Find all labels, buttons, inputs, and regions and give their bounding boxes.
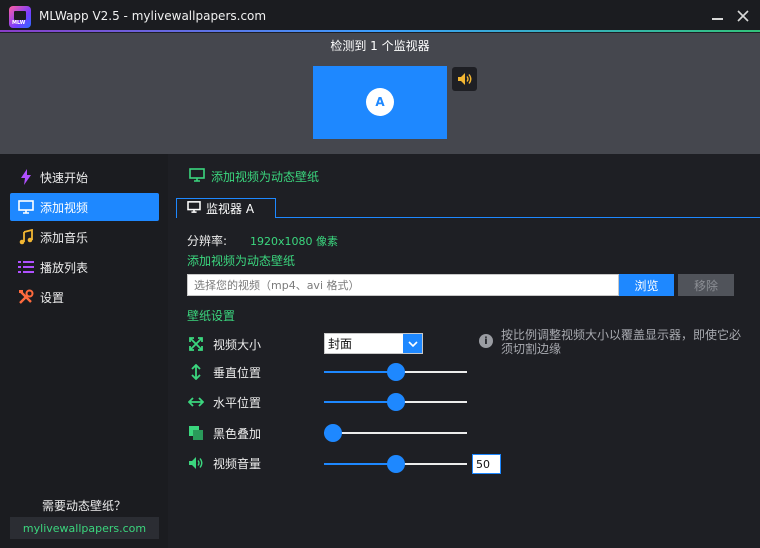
chevron-down-icon <box>403 334 422 353</box>
close-icon <box>737 10 749 22</box>
monitor-icon <box>189 168 205 185</box>
layers-icon <box>187 424 205 442</box>
monitor-icon <box>18 199 34 215</box>
minimize-button[interactable] <box>704 4 730 28</box>
black-overlay-slider[interactable] <box>324 424 467 442</box>
main-panel: 添加视频为动态壁纸 监视器 A 分辨率: 1920x1080 像素 添加视频为动… <box>168 154 760 548</box>
page-title: 添加视频为动态壁纸 <box>189 168 319 185</box>
monitor-preview-area: 检测到 1 个监视器 A <box>0 33 760 154</box>
sidebar: 快速开始 添加视频 添加音乐 播放列表 设置 需要动态壁纸？ mylivewal… <box>0 154 168 548</box>
video-size-label: 视频大小 <box>213 337 262 352</box>
slider-thumb[interactable] <box>386 363 405 381</box>
sidebar-item-label: 添加视频 <box>40 200 89 215</box>
sidebar-item-label: 快速开始 <box>40 170 89 185</box>
tools-icon <box>18 289 34 305</box>
sidebar-item-label: 添加音乐 <box>40 230 89 245</box>
sidebar-item-label: 播放列表 <box>40 260 89 275</box>
resolution-value: 1920x1080 像素 <box>250 235 338 248</box>
vertical-position-label: 垂直位置 <box>213 365 262 380</box>
tab-label: 监视器 A <box>206 202 255 216</box>
horizontal-position-label: 水平位置 <box>213 395 262 410</box>
mute-toggle-button[interactable] <box>452 67 477 91</box>
sidebar-item-add-music[interactable]: 添加音乐 <box>10 223 159 251</box>
app-logo-text: MLW <box>12 20 26 26</box>
video-size-select[interactable]: 封面 <box>324 333 423 354</box>
video-volume-input[interactable]: 50 <box>472 454 501 474</box>
video-volume-slider[interactable] <box>324 455 467 473</box>
sidebar-item-playlist[interactable]: 播放列表 <box>10 253 159 281</box>
black-overlay-label: 黑色叠加 <box>213 426 262 441</box>
monitor-a-preview[interactable]: A <box>313 66 447 139</box>
sidebar-item-quick-start[interactable]: 快速开始 <box>10 163 159 191</box>
slider-thumb[interactable] <box>324 424 342 442</box>
window-title: MLWapp V2.5 - mylivewallpapers.com <box>39 9 267 23</box>
close-button[interactable] <box>730 4 756 28</box>
resize-arrows-icon <box>187 335 205 353</box>
add-video-label: 添加视频为动态壁纸 <box>187 254 296 268</box>
speaker-icon <box>457 73 471 85</box>
resolution-label: 分辨率: <box>187 234 228 248</box>
speaker-icon <box>187 454 205 472</box>
vertical-position-row: 垂直位置 <box>187 362 261 382</box>
music-note-icon <box>18 229 34 245</box>
monitor-badge: A <box>366 88 394 116</box>
website-link-button[interactable]: mylivewallpapers.com <box>10 517 159 539</box>
sidebar-item-add-video[interactable]: 添加视频 <box>10 193 159 221</box>
horizontal-position-row: 水平位置 <box>187 392 261 412</box>
slider-thumb[interactable] <box>386 393 405 411</box>
black-overlay-row: 黑色叠加 <box>187 423 261 443</box>
video-volume-label: 视频音量 <box>213 456 262 471</box>
detected-monitors-text: 检测到 1 个监视器 <box>330 39 430 53</box>
title-bar: MLW MLWapp V2.5 - mylivewallpapers.com <box>0 0 760 32</box>
video-size-value: 封面 <box>328 337 353 351</box>
sidebar-item-settings[interactable]: 设置 <box>10 283 159 311</box>
vertical-position-slider[interactable] <box>324 363 467 381</box>
wallpaper-settings-heading: 壁纸设置 <box>187 309 236 323</box>
app-logo-icon: MLW <box>9 6 31 28</box>
remove-button[interactable]: 移除 <box>678 274 734 296</box>
vertical-arrows-icon <box>187 363 205 381</box>
lightning-icon <box>18 169 34 185</box>
slider-thumb[interactable] <box>386 455 405 473</box>
video-volume-row: 视频音量 <box>187 453 261 473</box>
browse-button[interactable]: 浏览 <box>619 274 674 296</box>
monitor-icon <box>187 201 201 216</box>
horizontal-arrows-icon <box>187 393 205 411</box>
horizontal-position-slider[interactable] <box>324 393 467 411</box>
page-title-text: 添加视频为动态壁纸 <box>211 170 320 184</box>
video-file-input[interactable]: 选择您的视频（mp4、avi 格式） <box>187 274 619 296</box>
tab-monitor-a[interactable]: 监视器 A <box>176 198 276 218</box>
video-size-info-text: 按比例调整视频大小以覆盖显示器，即使它必须切割边缘 <box>501 328 742 356</box>
video-size-row: 视频大小 <box>187 334 261 354</box>
need-wallpapers-text: 需要动态壁纸？ <box>41 499 126 513</box>
info-icon: i <box>479 334 493 348</box>
sidebar-item-label: 设置 <box>40 290 65 305</box>
minimize-icon <box>711 18 723 20</box>
playlist-icon <box>18 259 34 275</box>
